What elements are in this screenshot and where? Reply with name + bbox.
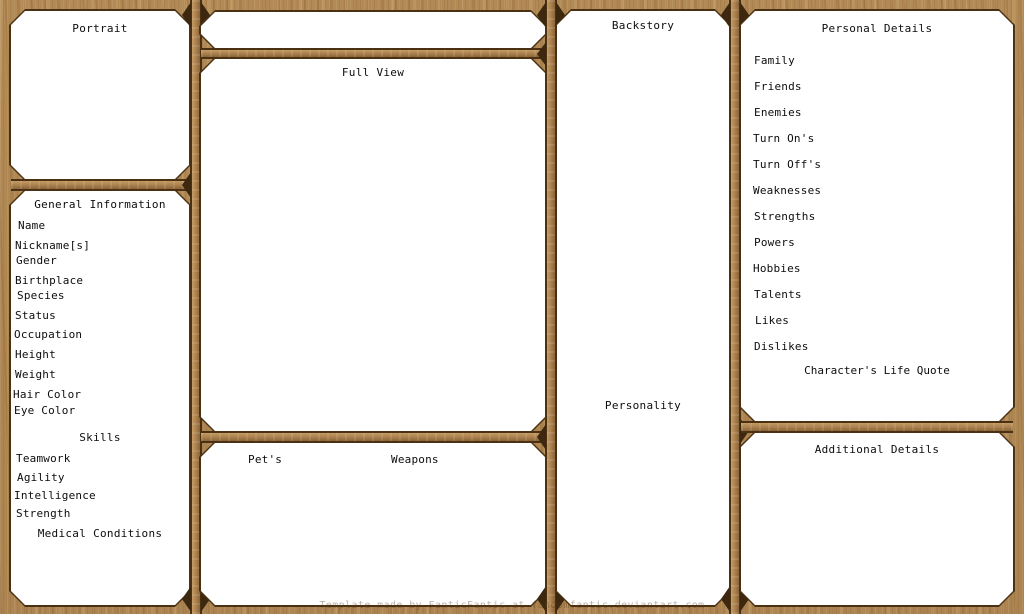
full-view-panel[interactable]: Full View (201, 59, 545, 431)
field-weight[interactable]: Weight (15, 368, 56, 381)
field-birthplace[interactable]: Birthplace (15, 274, 83, 287)
field-height[interactable]: Height (15, 348, 56, 361)
personal-details-header: Personal Details (821, 22, 933, 35)
medical-conditions-header: Medical Conditions (37, 527, 163, 540)
name-bar-panel[interactable] (201, 12, 545, 48)
additional-details-panel[interactable]: Additional Details (741, 433, 1013, 605)
field-friends[interactable]: Friends (754, 80, 802, 93)
joint-wedge (182, 172, 191, 198)
field-occupation[interactable]: Occupation (14, 328, 82, 341)
field-gender[interactable]: Gender (16, 254, 57, 267)
additional-details-header: Additional Details (814, 443, 940, 456)
field-powers[interactable]: Powers (754, 236, 795, 249)
full-view-header: Full View (341, 66, 405, 79)
field-intelligence[interactable]: Intelligence (14, 489, 96, 502)
field-species[interactable]: Species (17, 289, 65, 302)
field-family[interactable]: Family (754, 54, 795, 67)
personality-header: Personality (604, 399, 682, 412)
portrait-header: Portrait (72, 22, 128, 35)
personal-details-panel[interactable]: Personal Details Family Friends Enemies … (741, 11, 1013, 421)
general-info-panel[interactable]: General Information Name Nickname[s] Gen… (11, 191, 189, 605)
joint-wedge (537, 42, 546, 66)
backstory-panel[interactable]: Backstory Personality (557, 11, 729, 605)
field-strength[interactable]: Strength (16, 507, 71, 520)
skills-header: Skills (79, 431, 121, 444)
field-turn-offs[interactable]: Turn Off's (753, 158, 821, 171)
pets-header: Pet's (248, 453, 283, 466)
general-information-header: General Information (34, 198, 166, 211)
field-weaknesses[interactable]: Weaknesses (753, 184, 821, 197)
portrait-panel[interactable]: Portrait (11, 11, 189, 179)
field-enemies[interactable]: Enemies (754, 106, 802, 119)
pets-weapons-panel[interactable]: Pet's Weapons (201, 443, 545, 605)
life-quote-header: Character's Life Quote (804, 364, 950, 377)
field-strengths[interactable]: Strengths (754, 210, 815, 223)
field-nicknames[interactable]: Nickname[s] (15, 239, 90, 252)
field-likes[interactable]: Likes (755, 314, 789, 327)
field-hobbies[interactable]: Hobbies (753, 262, 801, 275)
field-talents[interactable]: Talents (754, 288, 802, 301)
field-eye-color[interactable]: Eye Color (14, 404, 75, 417)
weapons-header: Weapons (391, 453, 439, 466)
field-dislikes[interactable]: Dislikes (754, 340, 809, 353)
field-hair-color[interactable]: Hair Color (13, 388, 81, 401)
field-turn-ons[interactable]: Turn On's (753, 132, 814, 145)
field-agility[interactable]: Agility (17, 471, 65, 484)
field-status[interactable]: Status (15, 309, 56, 322)
backstory-header: Backstory (611, 19, 675, 32)
field-name[interactable]: Name (18, 219, 45, 232)
joint-wedge (537, 424, 546, 450)
character-sheet: Portrait General Information Name Nickna… (0, 0, 1024, 614)
field-teamwork[interactable]: Teamwork (16, 452, 71, 465)
